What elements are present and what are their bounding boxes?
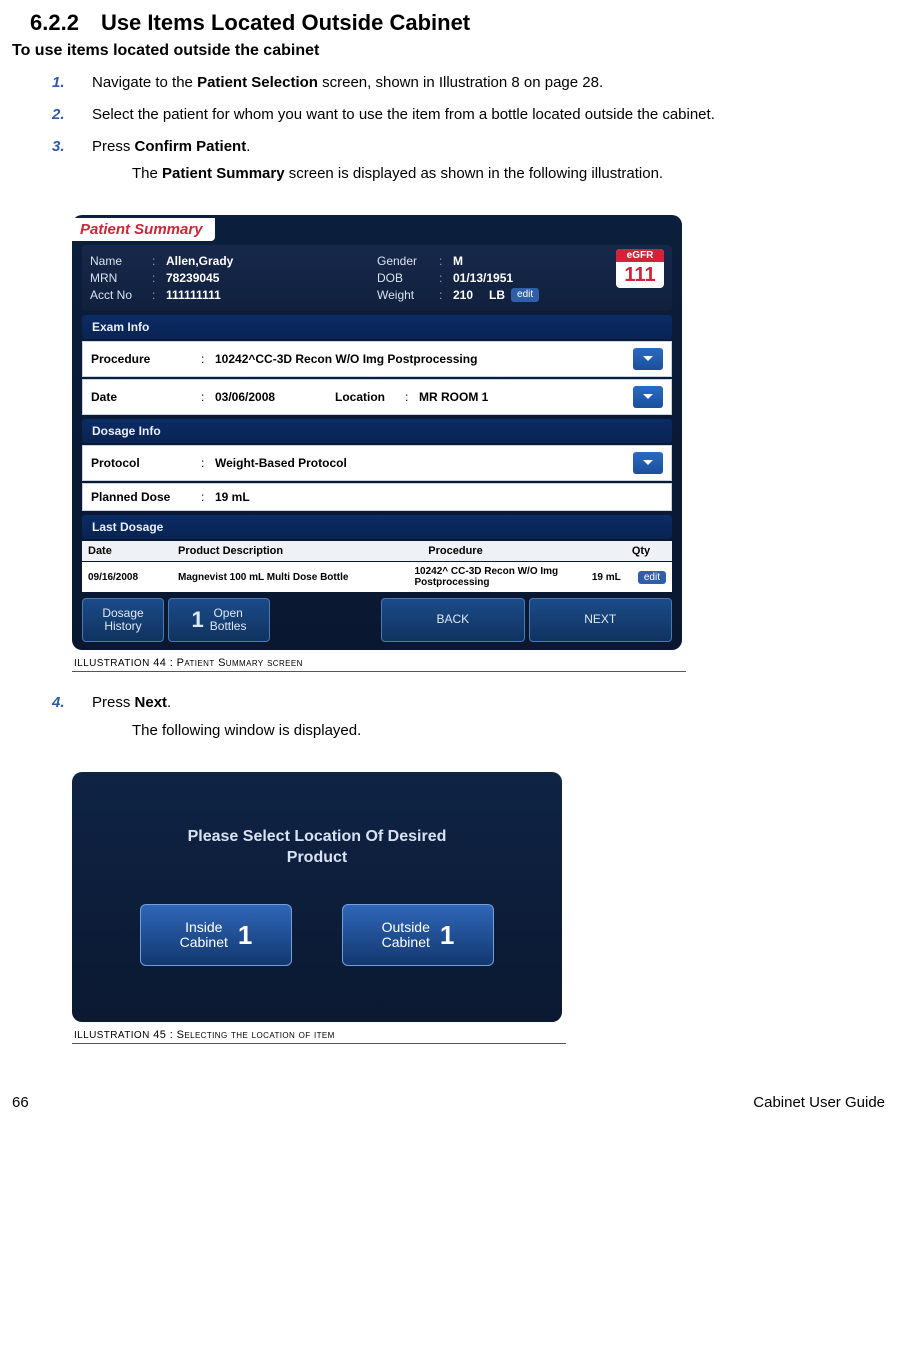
step-text-post: screen, shown in Illustration 8 on page … — [318, 74, 603, 91]
outside-cabinet-button[interactable]: Outside Cabinet 1 — [342, 904, 494, 966]
section-heading: 6.2.2 Use Items Located Outside Cabinet — [30, 10, 885, 36]
edit-weight-button[interactable]: edit — [511, 288, 539, 302]
protocol-row: Protocol: Weight-Based Protocol — [82, 445, 672, 481]
last-dosage-header: Date Product Description Procedure Qty — [82, 541, 672, 561]
location-dropdown[interactable] — [633, 386, 663, 408]
step-continuation: The Patient Summary screen is displayed … — [92, 163, 885, 185]
date-location-row: Date: 03/06/2008 Location: MR ROOM 1 — [82, 379, 672, 415]
next-button[interactable]: NEXT — [529, 598, 672, 642]
patient-summary-screen: Patient Summary Name:Allen,Grady MRN:782… — [72, 215, 682, 650]
select-location-dialog: Please Select Location Of Desired Produc… — [72, 772, 562, 1022]
step-number: 1. — [52, 72, 65, 94]
protocol-dropdown[interactable] — [633, 452, 663, 474]
step-text-pre: Press — [92, 694, 135, 711]
step-text-pre: Press — [92, 138, 135, 155]
protocol-value: Weight-Based Protocol — [215, 456, 633, 470]
planned-dose-row: Planned Dose: 19 mL — [82, 483, 672, 511]
patient-weight: 210 — [453, 288, 473, 302]
step-number: 2. — [52, 104, 65, 126]
open-bottles-button[interactable]: 1 Open Bottles — [168, 598, 270, 642]
step-bold: Next — [135, 694, 168, 711]
dosage-info-band: Dosage Info — [82, 419, 672, 443]
step-3: 3. Press Confirm Patient. The Patient Su… — [52, 136, 885, 186]
illustration-44-caption: Illustration 44 : Patient Summary screen — [72, 654, 686, 672]
last-dosage-row: 09/16/2008 Magnevist 100 mL Multi Dose B… — [82, 562, 672, 592]
subheading: To use items located outside the cabinet — [12, 42, 885, 60]
step-text-post: . — [246, 138, 250, 155]
section-number: 6.2.2 — [30, 10, 79, 35]
patient-summary-title: Patient Summary — [72, 218, 215, 241]
patient-gender: M — [453, 254, 463, 268]
step-4: 4. Press Next. The following window is d… — [52, 692, 885, 742]
step-number: 3. — [52, 136, 65, 158]
exam-date: 03/06/2008 — [215, 390, 335, 404]
step-text-post: . — [167, 694, 171, 711]
procedure-row: Procedure: 10242^CC-3D Recon W/O Img Pos… — [82, 341, 672, 377]
step-number: 4. — [52, 692, 65, 714]
step-bold: Patient Selection — [197, 74, 318, 91]
inside-cabinet-button[interactable]: Inside Cabinet 1 — [140, 904, 292, 966]
step-1: 1. Navigate to the Patient Selection scr… — [52, 72, 885, 94]
patient-acct: 111111111 — [166, 288, 221, 302]
last-dosage-band: Last Dosage — [82, 515, 672, 539]
dialog-prompt: Please Select Location Of Desired Produc… — [188, 827, 447, 869]
doc-title: Cabinet User Guide — [753, 1094, 885, 1111]
procedure-value: 10242^CC-3D Recon W/O Img Postprocessing — [215, 352, 633, 366]
dosage-history-button[interactable]: Dosage History — [82, 598, 164, 642]
patient-mrn: 78239045 — [166, 271, 219, 285]
egfr-value: 111 — [616, 262, 664, 288]
step-bold: Confirm Patient — [135, 138, 247, 155]
patient-dob: 01/13/1951 — [453, 271, 513, 285]
step-text-pre: Navigate to the — [92, 74, 197, 91]
procedure-dropdown[interactable] — [633, 348, 663, 370]
section-title: Use Items Located Outside Cabinet — [101, 10, 470, 35]
egfr-badge[interactable]: eGFR 111 — [616, 249, 664, 288]
edit-last-dose-button[interactable]: edit — [638, 571, 666, 584]
step-2: 2. Select the patient for whom you want … — [52, 104, 885, 126]
illustration-45-caption: Illustration 45 : Selecting the location… — [72, 1026, 566, 1044]
bottom-bar: Dosage History 1 Open Bottles BACK NEXT — [82, 598, 672, 642]
page-footer: 66 Cabinet User Guide — [12, 1094, 885, 1111]
egfr-label: eGFR — [616, 249, 664, 262]
patient-name: Allen,Grady — [166, 254, 233, 268]
step-text: Select the patient for whom you want to … — [92, 106, 715, 123]
demographics-block: Name:Allen,Grady MRN:78239045 Acct No:11… — [82, 245, 672, 311]
exam-info-band: Exam Info — [82, 315, 672, 339]
page-number: 66 — [12, 1094, 29, 1111]
planned-dose-value: 19 mL — [215, 490, 663, 504]
step-continuation: The following window is displayed. — [92, 720, 885, 742]
back-button[interactable]: BACK — [381, 598, 524, 642]
exam-location: MR ROOM 1 — [419, 390, 633, 404]
